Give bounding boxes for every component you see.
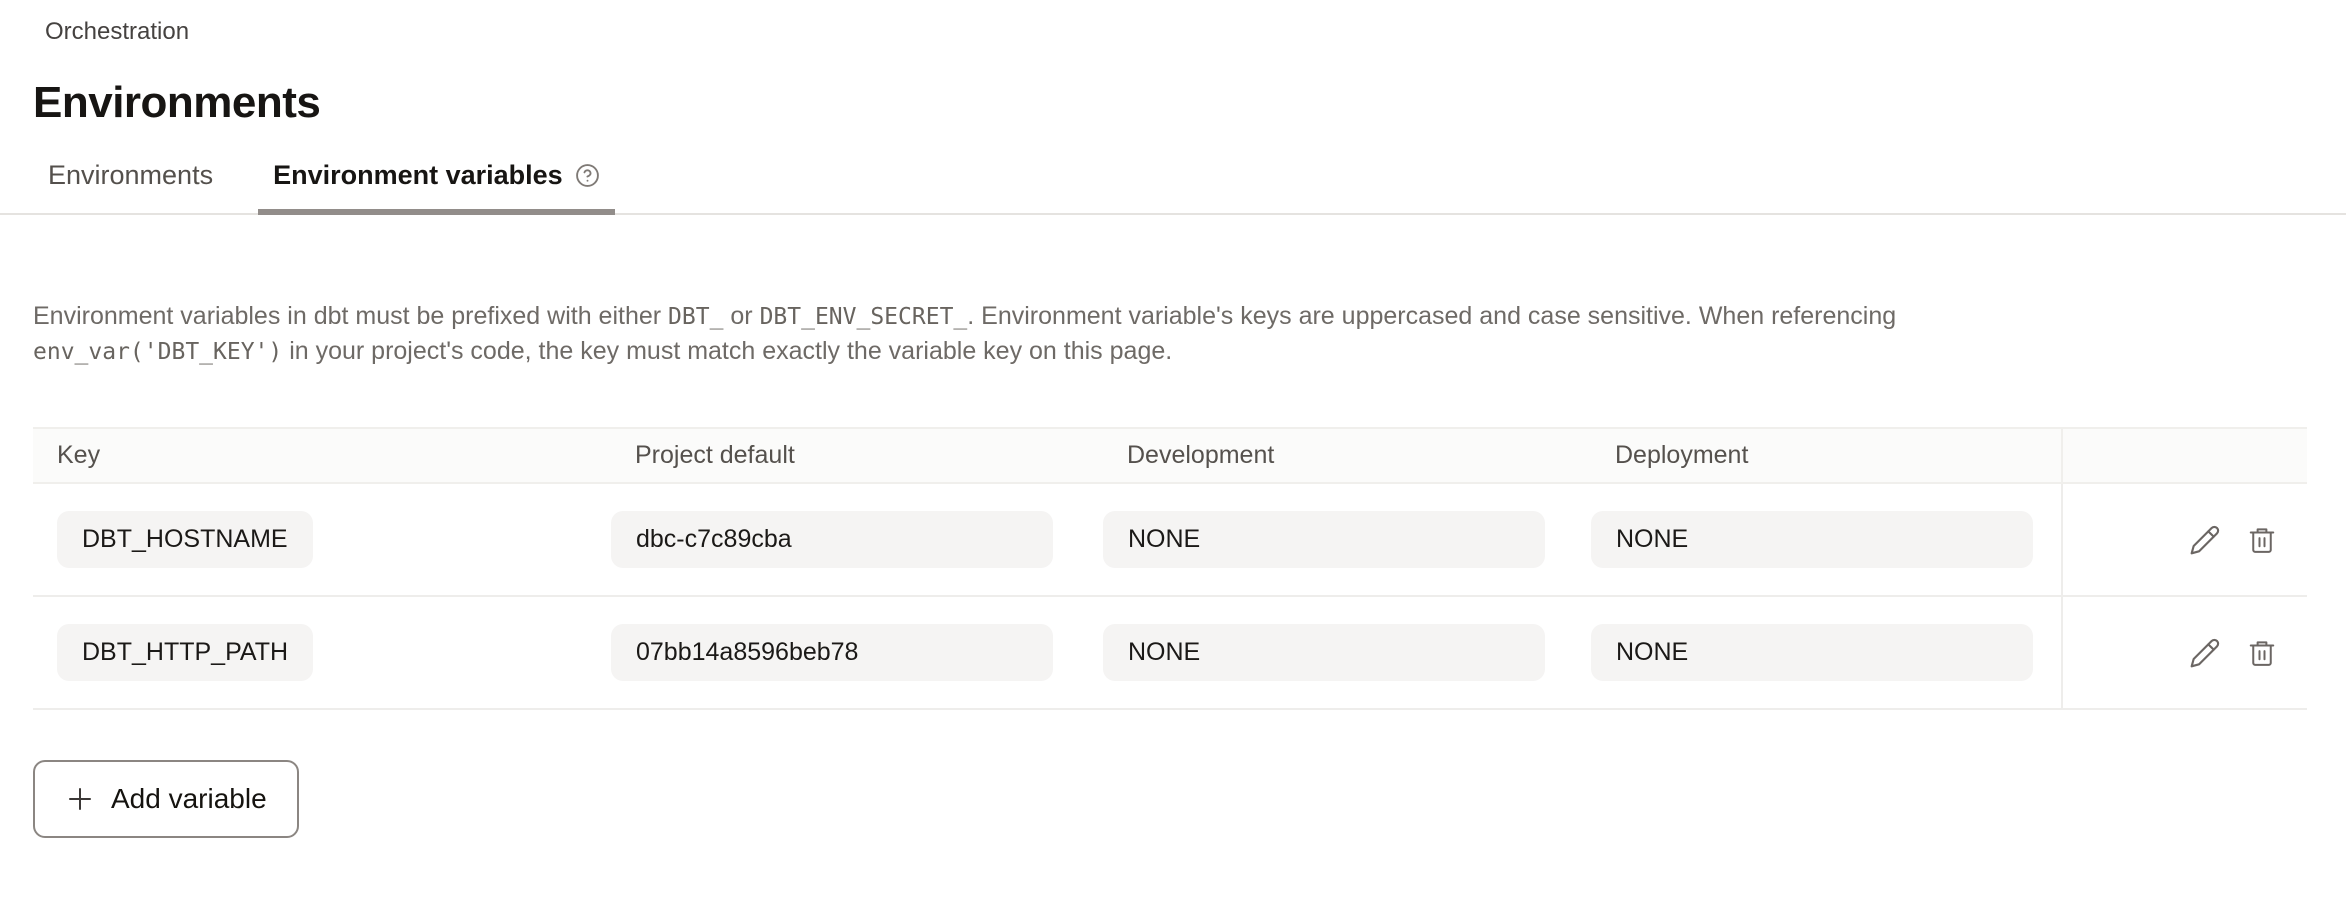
- deployment-value-chip: NONE: [1591, 511, 2033, 568]
- page-title: Environments: [33, 78, 2346, 128]
- description-code-segment: env_var('DBT_KEY'): [33, 339, 282, 365]
- tab-environments-label: Environments: [48, 160, 213, 191]
- column-header-project-default: Project default: [611, 429, 1103, 482]
- edit-variable-button[interactable]: [2189, 637, 2221, 669]
- table-header-row: Key Project default Development Deployme…: [33, 427, 2307, 484]
- trash-icon: [2247, 524, 2277, 556]
- breadcrumb: Orchestration: [45, 16, 2346, 48]
- variable-key-chip: DBT_HTTP_PATH: [57, 624, 313, 681]
- column-header-development: Development: [1103, 429, 1591, 482]
- delete-variable-button[interactable]: [2247, 637, 2277, 669]
- project-default-value-chip: dbc-c7c89cba: [611, 511, 1053, 568]
- project-default-cell: 07bb14a8596beb78: [611, 597, 1103, 708]
- tab-environments[interactable]: Environments: [33, 152, 228, 215]
- table-row: DBT_HOSTNAME dbc-c7c89cba NONE NONE: [33, 484, 2307, 597]
- pencil-icon: [2189, 637, 2221, 669]
- pencil-icon: [2189, 524, 2221, 556]
- project-default-value-chip: 07bb14a8596beb78: [611, 624, 1053, 681]
- description-segment: in your project's code, the key must mat…: [282, 337, 1172, 365]
- tab-environment-variables[interactable]: Environment variables: [258, 152, 615, 215]
- column-header-actions: [2061, 429, 2307, 482]
- description-segment: . Environment variable's keys are upperc…: [967, 302, 1896, 330]
- plus-icon: [65, 784, 95, 814]
- table-row: DBT_HTTP_PATH 07bb14a8596beb78 NONE NONE: [33, 597, 2307, 710]
- description-segment: Environment variables in dbt must be pre…: [33, 302, 668, 330]
- help-circle-icon[interactable]: [575, 163, 600, 188]
- environments-page: Orchestration Environments Environments …: [0, 0, 2346, 838]
- key-cell: DBT_HTTP_PATH: [33, 597, 611, 708]
- edit-variable-button[interactable]: [2189, 524, 2221, 556]
- description-text: Environment variables in dbt must be pre…: [33, 299, 2093, 369]
- tabs-bar: Environments Environment variables: [0, 152, 2346, 215]
- development-value-chip: NONE: [1103, 511, 1545, 568]
- column-header-key: Key: [33, 429, 611, 482]
- deployment-value-chip: NONE: [1591, 624, 2033, 681]
- column-header-deployment: Deployment: [1591, 429, 2061, 482]
- project-default-cell: dbc-c7c89cba: [611, 484, 1103, 595]
- development-value-chip: NONE: [1103, 624, 1545, 681]
- add-variable-label: Add variable: [111, 783, 267, 815]
- environment-variables-table: Key Project default Development Deployme…: [33, 427, 2307, 710]
- description-code-segment: DBT_ENV_SECRET_: [760, 304, 968, 330]
- description-code-segment: DBT_: [668, 304, 723, 330]
- deployment-cell: NONE: [1591, 597, 2061, 708]
- tab-environment-variables-label: Environment variables: [273, 160, 563, 191]
- delete-variable-button[interactable]: [2247, 524, 2277, 556]
- row-actions: [2061, 597, 2307, 708]
- deployment-cell: NONE: [1591, 484, 2061, 595]
- trash-icon: [2247, 637, 2277, 669]
- development-cell: NONE: [1103, 484, 1591, 595]
- row-actions: [2061, 484, 2307, 595]
- description-segment: or: [723, 302, 759, 330]
- development-cell: NONE: [1103, 597, 1591, 708]
- key-cell: DBT_HOSTNAME: [33, 484, 611, 595]
- variable-key-chip: DBT_HOSTNAME: [57, 511, 313, 568]
- add-variable-button[interactable]: Add variable: [33, 760, 299, 838]
